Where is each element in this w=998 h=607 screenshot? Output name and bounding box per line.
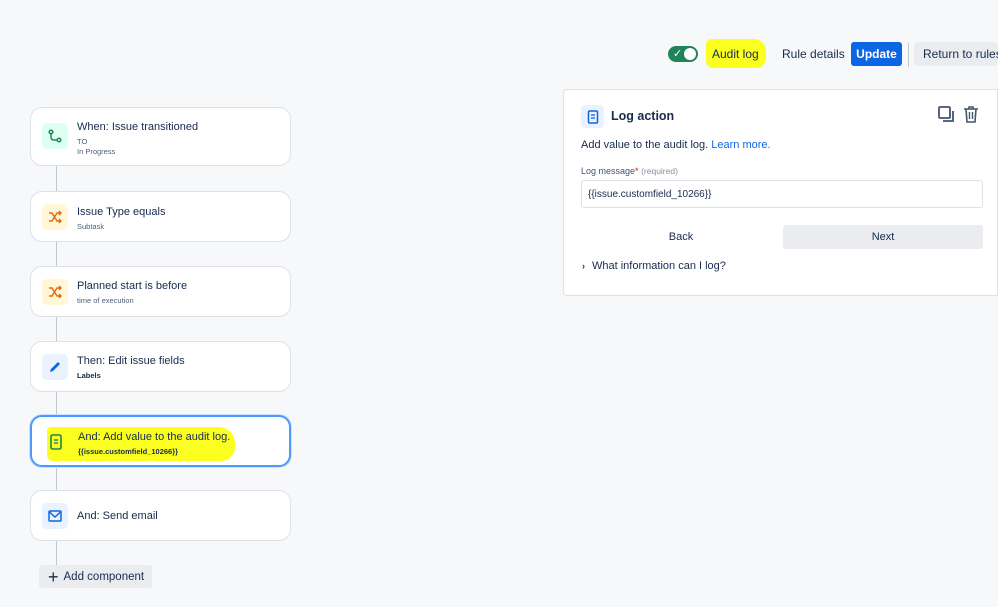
branch-arrow-icon xyxy=(42,123,68,149)
check-icon: ✓ xyxy=(673,48,683,60)
panel-description: Add value to the audit log. Learn more. xyxy=(581,139,771,151)
plus-icon: + xyxy=(48,566,59,587)
component-title: Then: Edit issue fields xyxy=(77,355,185,367)
field-label-text: Log message xyxy=(581,166,636,176)
component-subtitle: In Progress xyxy=(77,147,116,156)
description-text: Add value to the audit log. xyxy=(581,139,709,151)
flow-connector xyxy=(56,540,57,566)
flow-connector xyxy=(56,391,57,416)
component-title: And: Add value to the audit log. xyxy=(78,431,231,443)
component-title: Issue Type equals xyxy=(77,206,166,218)
log-action-panel: Log action Add value to the audit log. L… xyxy=(563,89,998,296)
log-document-icon xyxy=(43,429,69,455)
component-subtitle: {{issue.customfield_10266}} xyxy=(78,447,179,456)
component-subtitle: TO xyxy=(77,137,88,146)
flow-connector xyxy=(56,466,57,491)
return-to-rules-button[interactable]: Return to rules xyxy=(914,42,998,66)
log-message-label: Log message* (required) xyxy=(581,166,678,176)
next-button[interactable]: Next xyxy=(783,225,983,249)
required-hint: (required) xyxy=(641,166,678,176)
rule-component-action[interactable]: And: Send email xyxy=(30,490,291,541)
info-expander[interactable]: › What information can I log? xyxy=(582,260,726,272)
component-subtitle: Subtask xyxy=(77,222,105,231)
audit-log-button[interactable]: Audit log xyxy=(712,47,759,61)
shuffle-condition-icon xyxy=(42,279,68,305)
trash-icon[interactable] xyxy=(963,105,979,128)
flow-connector xyxy=(56,241,57,266)
back-button[interactable]: Back xyxy=(581,225,781,249)
log-document-icon xyxy=(581,105,604,128)
toggle-knob xyxy=(684,48,696,60)
component-title: Planned start is before xyxy=(77,280,188,292)
rule-enabled-toggle[interactable]: ✓ xyxy=(668,46,698,62)
rule-component-condition[interactable]: Issue Type equals Subtask xyxy=(30,191,291,242)
add-component-button[interactable]: + Add component xyxy=(39,565,152,588)
rule-details-button[interactable]: Rule details xyxy=(782,47,845,61)
rule-component-condition[interactable]: Planned start is before time of executio… xyxy=(30,266,291,317)
panel-title: Log action xyxy=(611,109,675,123)
component-title: And: Send email xyxy=(77,510,158,522)
learn-more-link[interactable]: Learn more. xyxy=(711,139,770,151)
rule-component-action[interactable]: Then: Edit issue fields Labels xyxy=(30,341,291,392)
rule-component-action-selected[interactable]: And: Add value to the audit log. {{issue… xyxy=(30,415,291,467)
required-asterisk: * xyxy=(635,166,639,176)
chevron-right-icon: › xyxy=(582,261,585,271)
rule-component-trigger[interactable]: When: Issue transitioned TO In Progress xyxy=(30,107,291,166)
flow-connector xyxy=(56,316,57,341)
update-button[interactable]: Update xyxy=(851,42,902,66)
shuffle-condition-icon xyxy=(42,204,68,230)
expander-label: What information can I log? xyxy=(592,260,726,272)
component-title: When: Issue transitioned xyxy=(77,121,199,133)
toolbar-divider xyxy=(908,43,909,67)
flow-connector xyxy=(56,166,57,191)
log-message-input[interactable]: {{issue.customfield_10266}} xyxy=(581,180,983,208)
pencil-icon xyxy=(42,354,68,380)
log-message-value: {{issue.customfield_10266}} xyxy=(588,188,712,200)
mail-icon xyxy=(42,503,68,529)
add-component-label: Add component xyxy=(63,570,145,583)
component-subtitle: time of execution xyxy=(77,296,134,305)
copy-icon[interactable] xyxy=(938,106,955,128)
component-subtitle: Labels xyxy=(77,371,101,380)
